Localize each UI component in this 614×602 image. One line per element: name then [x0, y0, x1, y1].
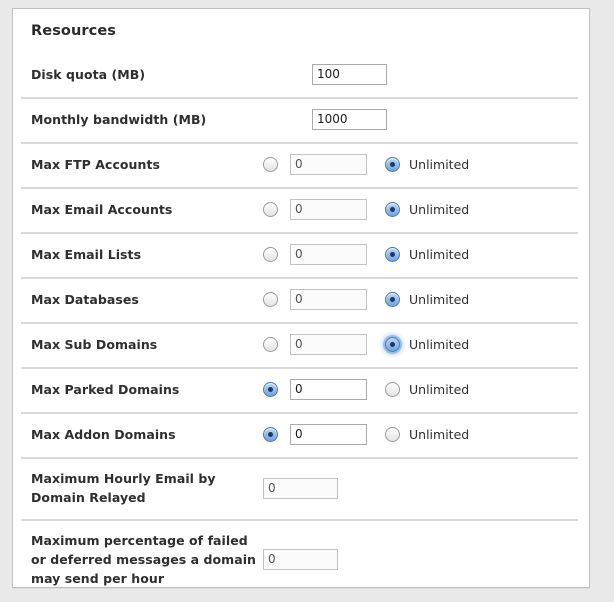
radio-unlimited-max-email-accounts[interactable]: [385, 202, 400, 217]
label-unlimited-max-parked-domains[interactable]: Unlimited: [409, 382, 469, 397]
input-monthly-bandwidth-mb[interactable]: [312, 109, 387, 130]
row-monthly-bandwidth-mb: Monthly bandwidth (MB): [13, 97, 589, 142]
control-max-email-accounts: Unlimited: [263, 199, 589, 220]
label-unlimited-max-email-accounts[interactable]: Unlimited: [409, 202, 469, 217]
row-max-sub-domains: Max Sub Domains Unlimited: [13, 322, 589, 367]
page-title: Resources: [31, 23, 117, 39]
label-max-addon-domains: Max Addon Domains: [31, 427, 176, 442]
control-max-sub-domains: Unlimited: [263, 334, 589, 355]
label-max-parked-domains: Max Parked Domains: [31, 382, 180, 397]
row-max-email-accounts: Max Email Accounts Unlimited: [13, 187, 589, 232]
radio-value-max-addon-domains[interactable]: [263, 427, 278, 442]
label-unlimited-max-addon-domains[interactable]: Unlimited: [409, 427, 469, 442]
label-unlimited-max-email-lists[interactable]: Unlimited: [409, 247, 469, 262]
control-max-addon-domains: Unlimited: [263, 424, 589, 445]
row-max-databases: Max Databases Unlimited: [13, 277, 589, 322]
row-max-addon-domains: Max Addon Domains Unlimited: [13, 412, 589, 457]
control-max-parked-domains: Unlimited: [263, 379, 589, 400]
label-monthly-bandwidth-mb: Monthly bandwidth (MB): [31, 112, 207, 127]
row-maximum-hourly-email-by: Maximum Hourly Email by Domain Relayed: [13, 457, 589, 519]
input-max-parked-domains[interactable]: [290, 379, 367, 400]
input-max-addon-domains[interactable]: [290, 424, 367, 445]
radio-unlimited-max-parked-domains[interactable]: [385, 382, 400, 397]
radio-unlimited-max-databases[interactable]: [385, 292, 400, 307]
row-disk-quota-mb: Disk quota (MB): [13, 52, 589, 97]
label-disk-quota-mb: Disk quota (MB): [31, 67, 146, 82]
resources-panel: Resources Disk quota (MB) Monthly bandwid…: [12, 8, 590, 588]
control-monthly-bandwidth-mb: [263, 109, 589, 130]
input-maximum-percentage-of-failed[interactable]: [263, 548, 338, 570]
control-max-databases: Unlimited: [263, 289, 589, 310]
label-max-databases: Max Databases: [31, 292, 139, 307]
label-max-email-lists: Max Email Lists: [31, 247, 142, 262]
control-max-email-lists: Unlimited: [263, 244, 589, 265]
label-unlimited-max-databases[interactable]: Unlimited: [409, 292, 469, 307]
control-disk-quota-mb: [263, 64, 589, 85]
row-max-ftp-accounts: Max FTP Accounts Unlimited: [13, 142, 589, 187]
row-maximum-percentage-of-failed: Maximum percentage of failed or deferred…: [13, 519, 589, 599]
label-max-email-accounts: Max Email Accounts: [31, 202, 173, 217]
radio-value-max-databases[interactable]: [263, 292, 278, 307]
radio-value-max-ftp-accounts[interactable]: [263, 157, 278, 172]
row-max-email-lists: Max Email Lists Unlimited: [13, 232, 589, 277]
input-max-sub-domains[interactable]: [290, 334, 367, 355]
radio-unlimited-max-addon-domains[interactable]: [385, 427, 400, 442]
radio-unlimited-max-sub-domains[interactable]: [385, 337, 400, 352]
radio-value-max-email-lists[interactable]: [263, 247, 278, 262]
input-max-ftp-accounts[interactable]: [290, 154, 367, 175]
label-max-ftp-accounts: Max FTP Accounts: [31, 157, 160, 172]
radio-unlimited-max-ftp-accounts[interactable]: [385, 157, 400, 172]
control-max-ftp-accounts: Unlimited: [263, 154, 589, 175]
input-max-email-accounts[interactable]: [290, 199, 367, 220]
label-maximum-percentage-of-failed: Maximum percentage of failed or deferred…: [31, 532, 257, 586]
input-disk-quota-mb[interactable]: [312, 64, 387, 85]
radio-unlimited-max-email-lists[interactable]: [385, 247, 400, 262]
input-max-databases[interactable]: [290, 289, 367, 310]
input-max-email-lists[interactable]: [290, 244, 367, 265]
radio-value-max-email-accounts[interactable]: [263, 202, 278, 217]
label-maximum-hourly-email-by: Maximum Hourly Email by Domain Relayed: [31, 471, 216, 505]
radio-value-max-parked-domains[interactable]: [263, 382, 278, 397]
label-max-sub-domains: Max Sub Domains: [31, 337, 158, 352]
control-maximum-hourly-email-by: [263, 477, 589, 499]
input-maximum-hourly-email-by[interactable]: [263, 477, 338, 499]
resource-rows-list: Disk quota (MB) Monthly bandwidth (MB) Max…: [13, 52, 589, 599]
control-maximum-percentage-of-failed: [263, 548, 589, 570]
radio-value-max-sub-domains[interactable]: [263, 337, 278, 352]
label-unlimited-max-ftp-accounts[interactable]: Unlimited: [409, 157, 469, 172]
label-unlimited-max-sub-domains[interactable]: Unlimited: [409, 337, 469, 352]
row-max-parked-domains: Max Parked Domains Unlimited: [13, 367, 589, 412]
